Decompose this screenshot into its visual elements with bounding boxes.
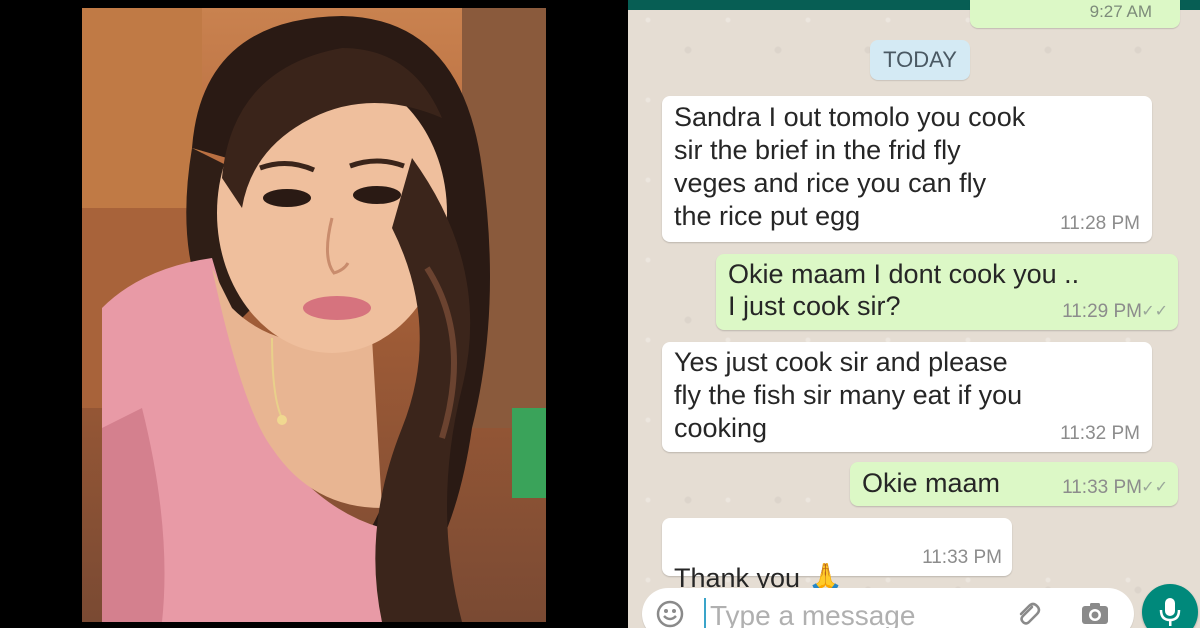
paperclip-icon[interactable] xyxy=(1014,600,1042,628)
incoming-message[interactable]: Yes just cook sir and please fly the fis… xyxy=(662,342,1152,452)
camera-icon[interactable] xyxy=(1080,600,1110,628)
smiley-icon[interactable] xyxy=(656,600,684,628)
incoming-message[interactable]: Sandra I out tomolo you cook sir the bri… xyxy=(662,96,1152,242)
double-check-icon: ✓✓ xyxy=(1141,479,1168,496)
photo-panel xyxy=(0,0,628,628)
message-text: Okie maam I dont cook you .. I just cook… xyxy=(728,259,1080,321)
message-time: 9:27 AM xyxy=(1089,2,1152,21)
message-composer[interactable]: Type a message xyxy=(642,588,1134,628)
chat-panel: 9:27 AM TODAY Sandra I out tomolo you co… xyxy=(628,0,1200,628)
double-check-icon: ✓✓ xyxy=(1141,303,1168,320)
message-time: 11:33 PM xyxy=(922,547,1002,568)
outgoing-message[interactable]: Okie maam 11:33 PM ✓✓ xyxy=(850,462,1178,506)
message-text: Thank you 🙏 xyxy=(674,528,843,595)
message-time: 11:33 PM xyxy=(1062,477,1142,498)
message-time: 11:28 PM xyxy=(1060,213,1140,234)
date-divider: TODAY xyxy=(870,40,970,80)
message-time: 11:32 PM xyxy=(1060,423,1140,444)
incoming-message[interactable]: Thank you 🙏 11:33 PM xyxy=(662,518,1012,593)
message-text: Okie maam xyxy=(862,468,1001,498)
mic-icon xyxy=(1159,598,1181,626)
portrait-photo xyxy=(82,8,546,622)
message-text: Yes just cook sir and please fly the fis… xyxy=(674,347,1023,443)
message-text: Sandra I out tomolo you cook sir the bri… xyxy=(674,102,1026,231)
message-time: 11:29 PM xyxy=(1062,301,1142,322)
message-input[interactable]: Type a message xyxy=(710,600,915,628)
previous-message-bubble: 9:27 AM xyxy=(970,0,1180,28)
mic-button[interactable] xyxy=(1142,584,1198,628)
outgoing-message[interactable]: Okie maam I dont cook you .. I just cook… xyxy=(716,254,1178,330)
text-caret xyxy=(704,598,706,628)
